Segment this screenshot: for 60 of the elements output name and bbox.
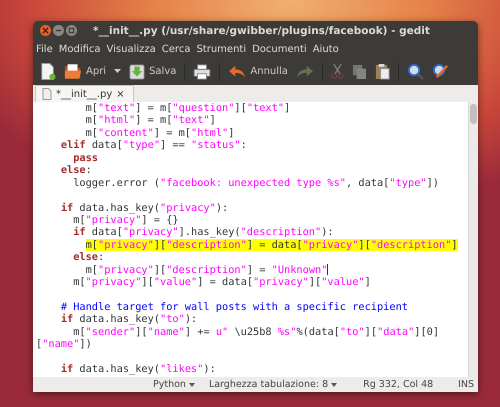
scrollbar-thumb[interactable]	[470, 104, 477, 124]
print-button[interactable]	[191, 62, 214, 80]
code-line: if data.has_key("privacy"):	[60, 202, 230, 214]
code-line: m["text"] = m["question"]["text"]	[84, 102, 292, 114]
close-icon	[42, 27, 49, 34]
tab-close-button[interactable]: ×	[116, 88, 125, 100]
close-button[interactable]	[40, 25, 51, 36]
minimize-button[interactable]	[53, 25, 64, 36]
clipboard-icon	[374, 63, 390, 80]
code-line: m["privacy"]["value"] = data["privacy"]["value"]	[72, 276, 372, 289]
menu-item[interactable]: Visualizza	[106, 44, 156, 54]
status-text: Rg 332, Col 48	[363, 379, 434, 390]
code-line: m["privacy"]["description"] = "Unknown"	[84, 264, 330, 276]
code-line: else:	[72, 251, 106, 264]
code-line: pass	[72, 152, 100, 164]
menu-item[interactable]: Aiuto	[312, 44, 339, 54]
search-replace-icon	[432, 63, 449, 80]
code-line: m["content"] = m["html"]	[85, 126, 236, 140]
undo-button[interactable]: Annulla	[226, 64, 290, 80]
code-line: else:	[60, 164, 93, 177]
search-icon	[406, 63, 424, 80]
scissors-icon	[330, 63, 344, 80]
status-dropdown[interactable]: Python	[153, 379, 195, 390]
menu-item[interactable]: File	[36, 44, 53, 54]
menu-item[interactable]: Documenti	[252, 44, 307, 54]
document-icon	[40, 62, 56, 81]
caret-icon	[331, 382, 338, 386]
status-text: INS	[458, 379, 474, 390]
download-icon	[129, 64, 146, 80]
caret-icon	[114, 69, 122, 74]
caret-icon	[188, 382, 195, 386]
folder-icon	[64, 63, 82, 80]
minus-icon	[55, 27, 62, 34]
code-line: ["name"])	[36, 338, 93, 351]
printer-icon	[193, 64, 212, 80]
undo-icon	[228, 64, 246, 78]
maximize-button[interactable]	[66, 25, 77, 36]
save-button[interactable]: Salva	[127, 62, 178, 80]
copy-icon	[352, 64, 367, 80]
code-line: logger.error ("facebook: unexpected type %s", data["type"])	[72, 176, 440, 190]
file-icon	[42, 88, 52, 100]
menu-item[interactable]: Modifica	[58, 44, 101, 54]
code-line: # Handle target for wall posts with a specific recipient	[60, 301, 409, 314]
code-line: if data.has_key("to"):	[60, 313, 198, 326]
code-line: m["sender"]["name"] += u" \u25b8 %s"%(data["to"]["data"][0]	[72, 326, 440, 338]
document-tab[interactable]: *__init__.py ×	[35, 85, 134, 102]
redo-icon	[296, 64, 314, 78]
menu-item[interactable]: Cerca	[162, 44, 190, 54]
scrollbar[interactable]	[468, 102, 478, 377]
code-line: if data["privacy"].has_key("description"):	[72, 226, 335, 239]
status-dropdown[interactable]: Larghezza tabulazione: 8	[208, 379, 338, 390]
menu-item[interactable]: Strumenti	[196, 44, 246, 54]
window-title: *__init__.py (/usr/share/gwibber/plugins/facebook) - gedit	[93, 24, 430, 36]
code-line: if data.has_key("likes"):	[60, 363, 217, 376]
code-line: elif data["type"] == "status":	[60, 139, 248, 152]
code-editor[interactable]	[33, 102, 478, 377]
code-line: m["html"] = m["text"]	[84, 114, 217, 127]
code-line: m["privacy"] = {}	[72, 214, 180, 226]
open-button[interactable]: Apri	[62, 62, 108, 81]
square-icon	[68, 27, 75, 34]
